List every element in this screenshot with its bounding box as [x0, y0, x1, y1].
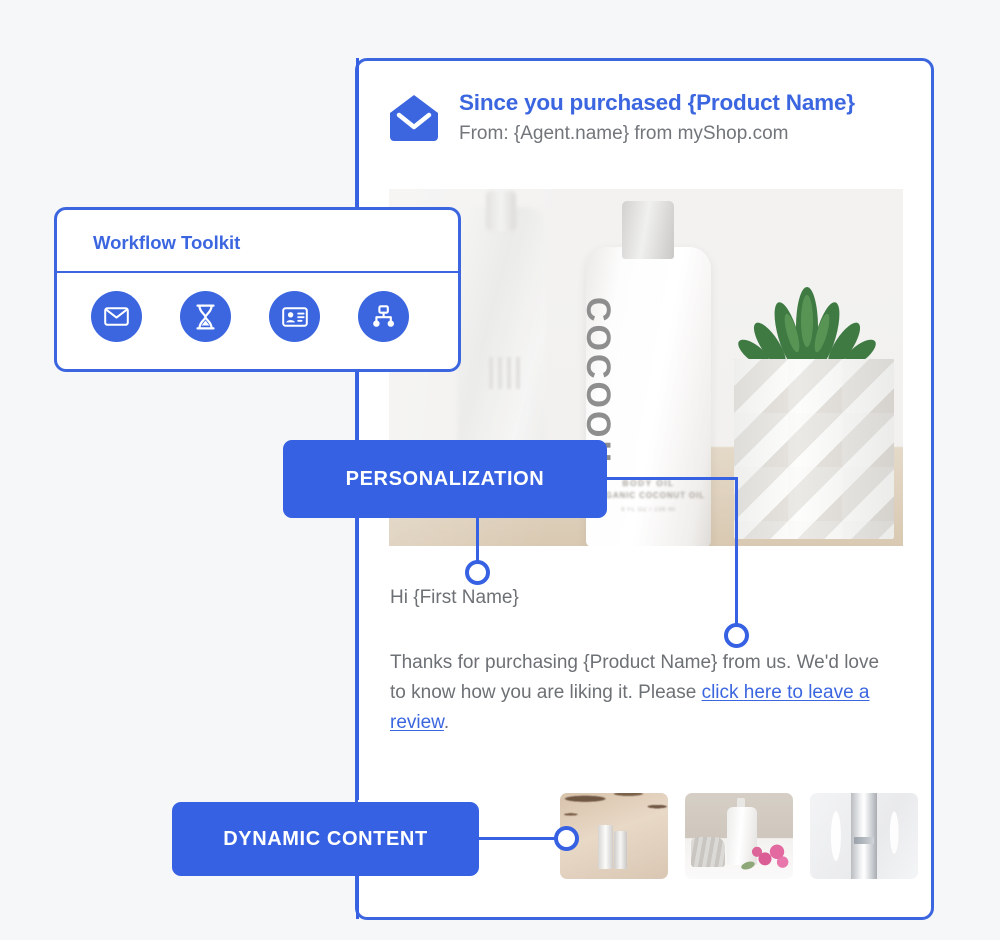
connector-personalization-right-h: [605, 477, 737, 480]
hourglass-icon: [195, 304, 216, 330]
product-bottle-cap: [622, 201, 674, 259]
thumbnail-silver-device[interactable]: [810, 793, 918, 879]
glass-bottle-detail: [489, 357, 523, 389]
open-envelope-icon: [387, 93, 441, 143]
toolkit-divider: [57, 271, 458, 273]
silver-cylinder: [851, 793, 877, 879]
thumbnail-lotion-flowers[interactable]: [685, 793, 793, 879]
toolkit-tool-branch[interactable]: [358, 291, 409, 342]
paragraph-text-after-link: .: [443, 712, 450, 733]
anchor-node-greeting: [465, 560, 490, 585]
email-subject: Since you purchased {Product Name}: [459, 90, 855, 115]
workflow-toolkit-panel: Workflow Toolkit: [54, 207, 461, 372]
connector-card-left-middle: [356, 370, 359, 800]
glass-bottle-neck: [486, 191, 516, 231]
toolkit-tool-mail[interactable]: [91, 291, 142, 342]
serum-bottle-a: [598, 825, 613, 869]
toolkit-tool-list: [91, 291, 409, 342]
diagram-canvas: Since you purchased {Product Name} From:…: [0, 0, 1000, 940]
glass-bottle-prop: [457, 207, 545, 467]
towel-prop: [691, 837, 725, 867]
cylinder-band: [854, 837, 874, 844]
toolkit-tool-contact[interactable]: [269, 291, 320, 342]
personalization-callout-label: PERSONALIZATION: [345, 467, 545, 490]
personalization-callout[interactable]: PERSONALIZATION: [283, 440, 607, 518]
hierarchy-icon: [371, 304, 396, 329]
contact-card-icon: [281, 306, 308, 327]
anchor-node-product-name: [724, 623, 749, 648]
pink-flowers: [749, 839, 789, 871]
email-header: Since you purchased {Product Name} From:…: [387, 89, 911, 146]
connector-personalization-right-v: [735, 477, 738, 631]
email-greeting: Hi {First Name}: [390, 587, 519, 608]
serum-bottle-b: [614, 831, 627, 869]
dynamic-content-callout-label: DYNAMIC CONTENT: [223, 827, 428, 850]
planter-shading: [734, 359, 894, 539]
workflow-toolkit-title: Workflow Toolkit: [93, 232, 241, 253]
anchor-node-thumbnails: [554, 826, 579, 851]
dynamic-content-callout[interactable]: DYNAMIC CONTENT: [172, 802, 479, 876]
email-sender: From: {Agent.name} from myShop.com: [459, 123, 789, 145]
connector-card-left-bottom: [356, 874, 359, 919]
mail-icon: [104, 307, 129, 326]
email-body-paragraph: Thanks for purchasing {Product Name} fro…: [390, 648, 890, 738]
geometric-planter: [734, 359, 894, 539]
toolkit-tool-wait[interactable]: [180, 291, 231, 342]
dynamic-product-thumbnails: [560, 793, 918, 879]
connector-card-left-top: [356, 58, 359, 210]
